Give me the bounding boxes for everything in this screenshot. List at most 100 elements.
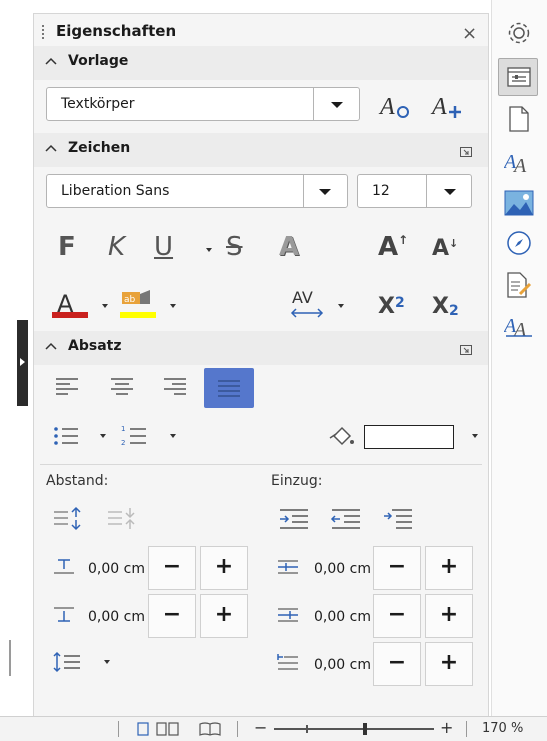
- zeichen-heading: Zeichen: [68, 140, 131, 156]
- align-center-icon[interactable]: [109, 374, 135, 398]
- align-justify-button[interactable]: [204, 368, 254, 408]
- line-spacing-icon[interactable]: [52, 650, 82, 674]
- font-color-dropdown-icon[interactable]: [102, 304, 108, 308]
- below-spacing-minus[interactable]: −: [148, 594, 196, 638]
- before-indent-plus[interactable]: +: [425, 546, 473, 590]
- after-indent-value: 0,00 cm: [314, 609, 371, 625]
- absatz-section-header[interactable]: Absatz: [34, 331, 488, 365]
- navigator-icon[interactable]: [506, 230, 532, 256]
- paragraph-style-combo[interactable]: Textkörper: [46, 87, 360, 121]
- below-spacing-plus[interactable]: +: [200, 594, 248, 638]
- grow-font-button[interactable]: A↑: [378, 234, 408, 260]
- increase-indent-icon[interactable]: [278, 506, 310, 532]
- font-name-value: Liberation Sans: [61, 183, 170, 199]
- font-name-combo[interactable]: Liberation Sans: [46, 174, 348, 208]
- before-indent-value: 0,00 cm: [314, 561, 371, 577]
- after-indent-minus[interactable]: −: [373, 594, 421, 638]
- bullet-list-icon[interactable]: [52, 424, 80, 448]
- spacing-dropdown-icon[interactable]: [338, 304, 344, 308]
- above-spacing-plus[interactable]: +: [200, 546, 248, 590]
- zoom-in-button[interactable]: +: [440, 718, 453, 737]
- zoom-out-button[interactable]: −: [254, 718, 267, 737]
- before-indent-field[interactable]: 0,00 cm: [314, 558, 372, 580]
- decrease-spacing-icon[interactable]: [106, 506, 138, 532]
- zoom-slider-thumb[interactable]: [363, 723, 367, 735]
- font-color-button[interactable]: A: [52, 290, 88, 318]
- before-indent-minus[interactable]: −: [373, 546, 421, 590]
- underline-dropdown-icon[interactable]: [206, 248, 212, 252]
- below-spacing-field[interactable]: 0,00 cm: [88, 606, 146, 628]
- subscript-mark: 2: [448, 303, 459, 319]
- single-page-view-icon[interactable]: [136, 722, 150, 736]
- arrow-up-icon: ↑: [398, 233, 409, 247]
- abstand-label: Abstand:: [46, 473, 109, 489]
- align-left-icon[interactable]: [54, 374, 80, 398]
- first-line-indent-field[interactable]: 0,00 cm: [314, 654, 372, 676]
- chevron-down-icon: [331, 102, 343, 108]
- manage-changes-icon[interactable]: [506, 272, 532, 298]
- character-spacing-label: AV: [292, 288, 313, 307]
- align-right-icon[interactable]: [162, 374, 188, 398]
- panel-close-button[interactable]: ×: [462, 23, 477, 44]
- line-spacing-dropdown-icon[interactable]: [104, 660, 110, 664]
- vorlage-section-header[interactable]: Vorlage: [34, 46, 488, 80]
- above-spacing-icon: [54, 559, 74, 574]
- superscript-mark: 2: [394, 295, 405, 311]
- absatz-heading: Absatz: [68, 338, 122, 354]
- above-spacing-value: 0,00 cm: [88, 561, 145, 577]
- bold-button[interactable]: F: [58, 234, 76, 260]
- book-view-icon[interactable]: [198, 722, 222, 736]
- zoom-level[interactable]: 170 %: [482, 721, 523, 736]
- strikethrough-button[interactable]: S: [226, 234, 243, 260]
- above-spacing-field[interactable]: 0,00 cm: [88, 558, 146, 580]
- design-icon[interactable]: AA: [504, 312, 534, 338]
- update-style-icon[interactable]: A: [378, 92, 412, 120]
- highlight-color-button[interactable]: ab: [120, 290, 156, 318]
- properties-tab[interactable]: [498, 58, 538, 96]
- increase-spacing-icon[interactable]: [52, 506, 84, 532]
- after-indent-field[interactable]: 0,00 cm: [314, 606, 372, 628]
- paragraph-style-value: Textkörper: [61, 96, 135, 112]
- sidebar-collapse-handle[interactable]: [17, 320, 28, 406]
- subscript-button[interactable]: X2: [432, 296, 459, 319]
- first-line-indent-minus[interactable]: −: [373, 642, 421, 686]
- underline-button[interactable]: U: [154, 234, 173, 260]
- highlight-color-swatch: [120, 312, 156, 318]
- panel-title: Eigenschaften: [56, 22, 177, 40]
- svg-text:A: A: [430, 94, 447, 120]
- first-line-indent-plus[interactable]: +: [425, 642, 473, 686]
- shadow-button[interactable]: A: [279, 234, 299, 260]
- font-size-combo[interactable]: 12: [357, 174, 472, 208]
- status-bar: − + 170 %: [0, 716, 547, 741]
- after-indent-plus[interactable]: +: [425, 594, 473, 638]
- hanging-indent-icon[interactable]: [382, 506, 414, 532]
- highlight-dropdown-icon[interactable]: [170, 304, 176, 308]
- expand-arrow-icon: [20, 358, 25, 366]
- above-spacing-minus[interactable]: −: [148, 546, 196, 590]
- zoom-slider[interactable]: [274, 723, 434, 735]
- gallery-icon[interactable]: [504, 190, 534, 216]
- character-spacing-button[interactable]: AV: [290, 288, 326, 320]
- multi-page-view-icon[interactable]: [156, 722, 180, 736]
- svg-text:A: A: [512, 155, 527, 174]
- bullet-list-dropdown-icon[interactable]: [100, 434, 106, 438]
- more-options-icon[interactable]: [460, 147, 472, 157]
- numbered-list-icon[interactable]: 12: [120, 424, 148, 448]
- italic-button[interactable]: K: [108, 234, 125, 260]
- left-divider: [9, 640, 11, 676]
- background-color-dropdown-icon[interactable]: [472, 434, 478, 438]
- superscript-button[interactable]: X2: [378, 296, 405, 318]
- paragraph-background-color[interactable]: [364, 425, 454, 449]
- numbered-list-dropdown-icon[interactable]: [170, 434, 176, 438]
- styles-icon[interactable]: AA: [504, 148, 534, 174]
- shrink-font-button[interactable]: A↓: [432, 238, 458, 260]
- new-style-icon[interactable]: A: [430, 92, 464, 120]
- decrease-indent-icon[interactable]: [330, 506, 362, 532]
- chevron-up-icon: [45, 144, 57, 152]
- einzug-label: Einzug:: [271, 473, 323, 489]
- zeichen-section-header[interactable]: Zeichen: [34, 133, 488, 167]
- page-icon[interactable]: [508, 106, 530, 132]
- font-color-swatch: [52, 312, 88, 318]
- gear-icon[interactable]: [506, 20, 532, 46]
- more-options-icon[interactable]: [460, 345, 472, 355]
